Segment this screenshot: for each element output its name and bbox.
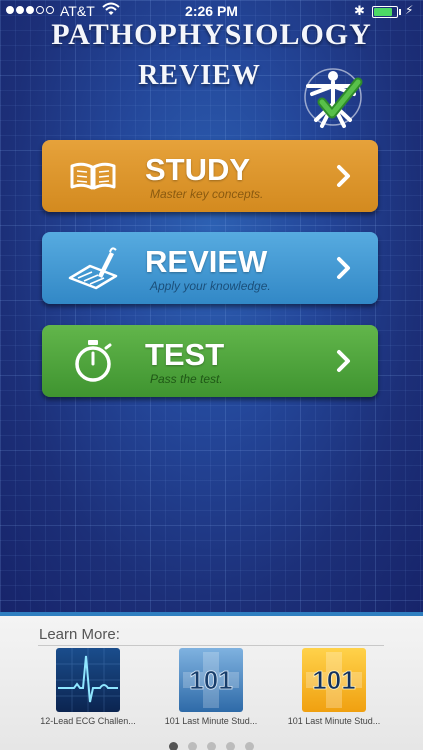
learn-more-title: Learn More: [39, 626, 120, 643]
page-dot[interactable] [207, 742, 216, 750]
test-button[interactable]: TEST Pass the test. [42, 325, 378, 397]
battery-icon [372, 6, 398, 18]
ecg-waveform-icon [56, 648, 120, 712]
101-text: 101 [312, 665, 355, 695]
learn-more-panel: Learn More: 12-Lead ECG Challen... 101 1… [0, 612, 423, 750]
page-dot[interactable] [245, 742, 254, 750]
page-dot[interactable] [226, 742, 235, 750]
study-subtitle: Master key concepts. [150, 187, 264, 201]
battery-tip [399, 9, 401, 15]
page-dot[interactable] [188, 742, 197, 750]
promo-app-name: 12-Lead ECG Challen... [40, 716, 136, 726]
review-button[interactable]: REVIEW Apply your knowledge. [42, 232, 378, 304]
test-label: TEST [145, 337, 225, 372]
promo-app-ecg[interactable]: 12-Lead ECG Challen... [26, 648, 150, 726]
stopwatch-icon [75, 340, 112, 382]
promo-app-101-blue[interactable]: 101 101 Last Minute Stud... [149, 648, 273, 726]
promo-app-101-yellow[interactable]: 101 101 Last Minute Stud... [272, 648, 396, 726]
page-dot[interactable] [169, 742, 178, 750]
chevron-right-icon [337, 350, 350, 372]
battery-level [374, 8, 393, 16]
open-book-icon [70, 162, 116, 190]
101-text: 101 [189, 665, 232, 695]
charging-icon: ⚡ [405, 3, 414, 17]
chevron-right-icon [337, 257, 350, 279]
test-subtitle: Pass the test. [150, 372, 223, 386]
study-label: STUDY [145, 152, 251, 187]
bluetooth-icon: ✱ [354, 3, 365, 18]
divider [38, 645, 384, 646]
101-blue-cross-icon: 101 [179, 648, 243, 712]
review-subtitle: Apply your knowledge. [150, 279, 271, 293]
study-button[interactable]: STUDY Master key concepts. [42, 140, 378, 212]
pen-checklist-icon [68, 247, 118, 290]
page-indicator[interactable] [0, 738, 423, 750]
anatomy-figure-checkmark-icon [304, 68, 363, 128]
app-title: PATHOPHYSIOLOGY [51, 18, 372, 51]
chevron-right-icon [337, 165, 350, 187]
101-yellow-cross-icon: 101 [302, 648, 366, 712]
promo-app-name: 101 Last Minute Stud... [164, 716, 258, 726]
promo-app-name: 101 Last Minute Stud... [287, 716, 381, 726]
review-label: REVIEW [145, 244, 268, 279]
